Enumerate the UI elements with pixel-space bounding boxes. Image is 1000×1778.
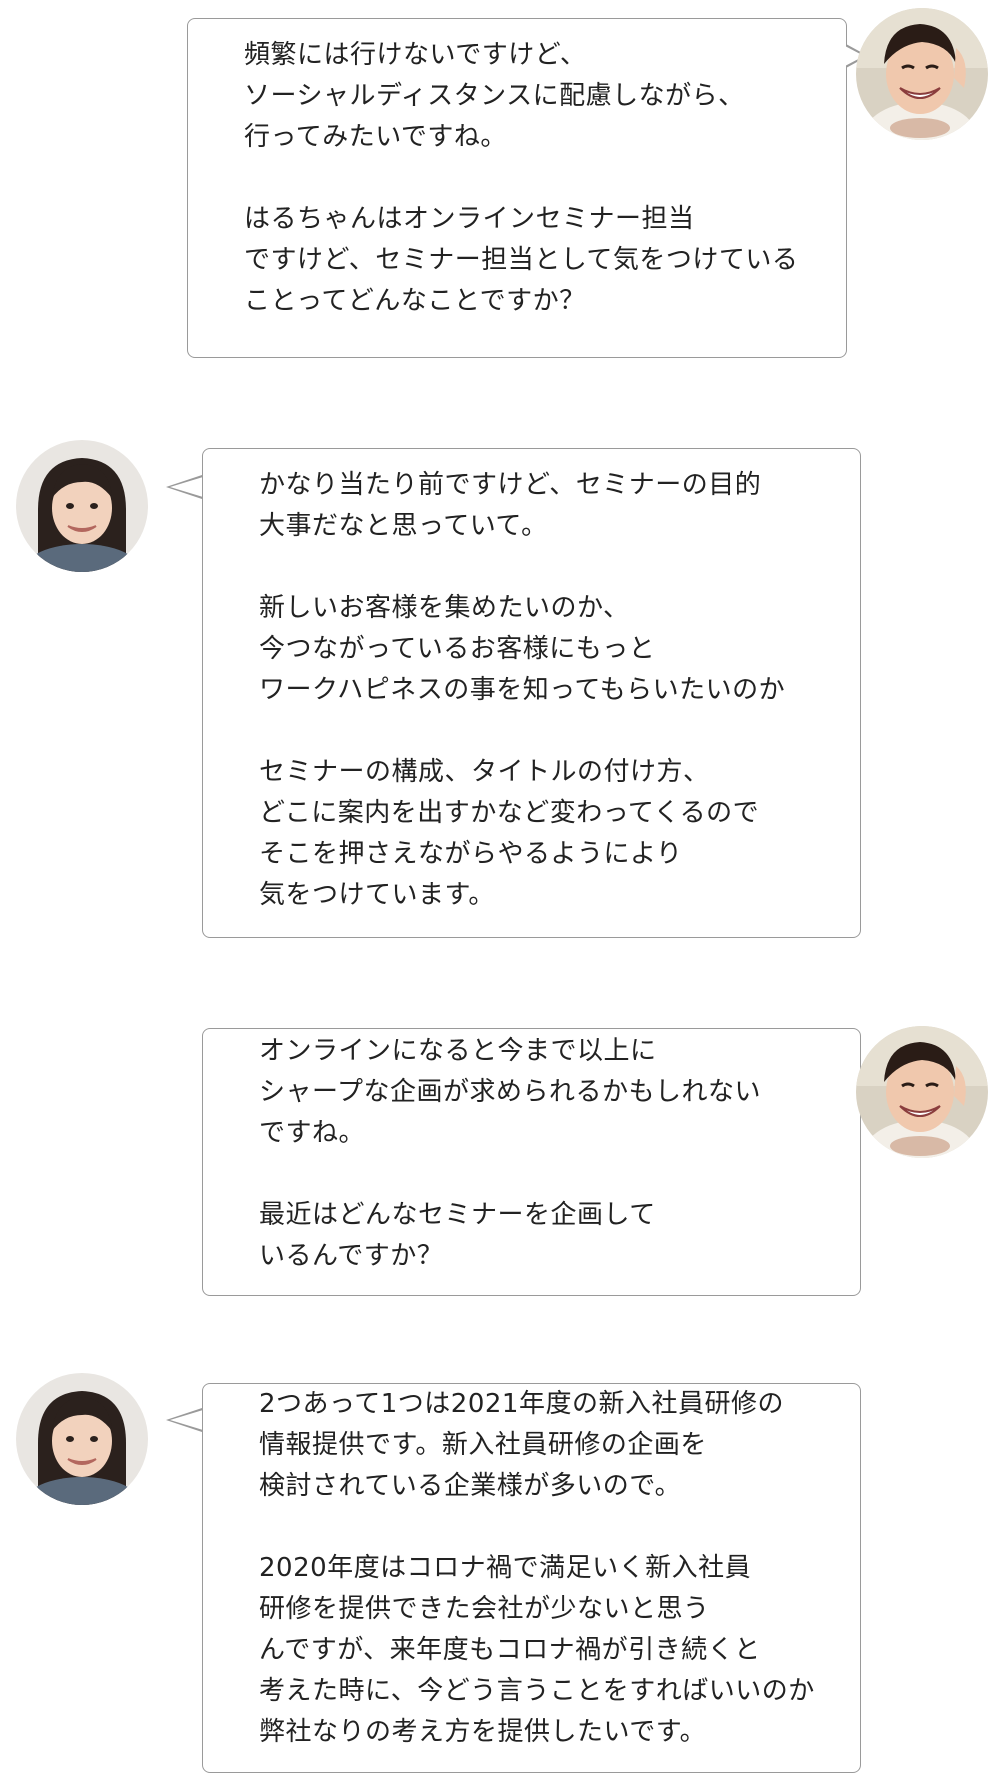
haru-avatar bbox=[16, 440, 148, 572]
message-text-2: かなり当たり前ですけど、セミナーの目的 大事だなと思っていて。 新しいお客様を集… bbox=[259, 470, 786, 910]
bubble-tail-fill bbox=[170, 1410, 203, 1430]
interviewer-avatar bbox=[856, 8, 988, 140]
message-bubble-1: 頻繁には行けないですけど、 ソーシャルディスタンスに配慮しながら、 行ってみたい… bbox=[187, 18, 847, 358]
message-text-4: 2つあって1つは2021年度の新入社員研修の 情報提供です。新入社員研修の企画を… bbox=[259, 1389, 815, 1747]
message-bubble-4: 2つあって1つは2021年度の新入社員研修の 情報提供です。新入社員研修の企画を… bbox=[202, 1383, 861, 1773]
message-text-1: 頻繁には行けないですけど、 ソーシャルディスタンスに配慮しながら、 行ってみたい… bbox=[244, 40, 799, 316]
message-bubble-2: かなり当たり前ですけど、セミナーの目的 大事だなと思っていて。 新しいお客様を集… bbox=[202, 448, 861, 938]
haru-avatar bbox=[16, 1373, 148, 1505]
message-bubble-3: オンラインになると今まで以上に シャープな企画が求められるかもしれない ですね。… bbox=[202, 1028, 861, 1296]
interviewer-avatar bbox=[856, 1026, 988, 1158]
bubble-tail-fill bbox=[170, 477, 203, 497]
message-text-3: オンラインになると今まで以上に シャープな企画が求められるかもしれない ですね。… bbox=[259, 1036, 761, 1271]
